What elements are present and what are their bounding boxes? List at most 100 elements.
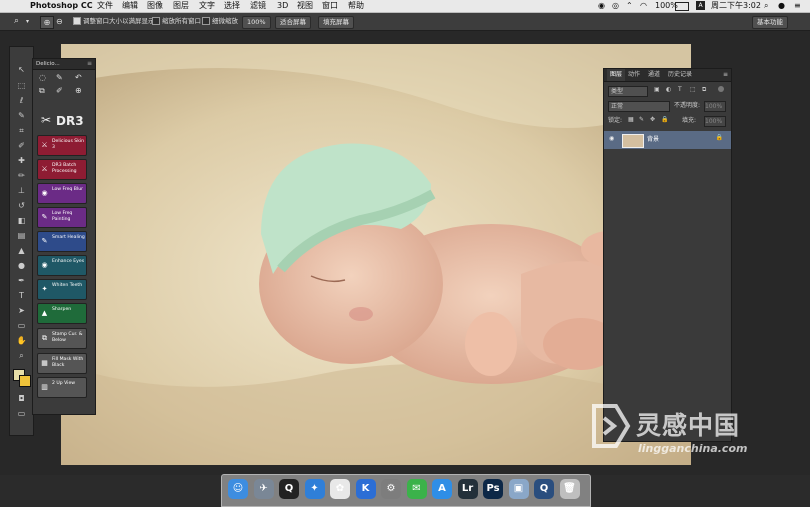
menu-layer[interactable]: 图层 (173, 0, 189, 12)
lock-transparent-icon[interactable]: ▦ (628, 116, 634, 123)
retouch-button[interactable]: ✦ Whiten Teeth (38, 280, 86, 299)
battery-icon[interactable] (675, 2, 689, 11)
clone-stamp-tool-icon[interactable]: ⊥ (15, 184, 28, 197)
marquee-tool-icon[interactable]: ⬚ (15, 79, 28, 92)
filter-shape-icon[interactable]: ⬚ (690, 86, 696, 93)
tab-channels[interactable]: 通道 (648, 69, 660, 81)
trash-icon[interactable]: 🗑 (559, 479, 580, 499)
quick-mask-icon[interactable]: ◘ (15, 392, 28, 405)
type-tool-icon[interactable]: T (15, 289, 28, 302)
layer-row[interactable]: ◉ 背景 🔒 (604, 131, 731, 149)
panel-menu-icon[interactable]: ≡ (723, 69, 728, 81)
screen-mode-icon[interactable]: ▭ (15, 407, 28, 420)
gradient-tool-icon[interactable]: ▤ (15, 229, 28, 242)
move-tool-icon[interactable]: ↖ (15, 63, 28, 76)
retouch-button[interactable]: ◉ Enhance Eyes (38, 256, 86, 275)
retouch-button[interactable]: ▥ 2 Up View (38, 378, 86, 397)
dropper-icon[interactable]: ✐ (56, 86, 63, 95)
status-icon-c[interactable]: ⌃ (626, 0, 633, 12)
menu-window[interactable]: 窗口 (322, 0, 338, 12)
wechat-icon[interactable]: ✉ (406, 479, 427, 499)
crop-tool-icon[interactable]: ⌗ (15, 124, 28, 137)
zoom-tool-icon[interactable]: ⌕ (14, 16, 19, 27)
menu-type[interactable]: 文字 (199, 0, 215, 12)
status-icon-a[interactable]: ◉ (598, 0, 605, 12)
layers-stack-icon[interactable]: ⧉ (39, 86, 45, 96)
menu-image[interactable]: 图像 (147, 0, 163, 12)
menu-help[interactable]: 帮助 (348, 0, 364, 12)
user-icon[interactable]: ● (778, 0, 785, 12)
resize-windows-checkbox[interactable]: 调整窗口大小以满屏显示 (73, 16, 155, 27)
safari-icon[interactable]: ✦ (304, 479, 325, 499)
dodge-tool-icon[interactable]: ● (15, 259, 28, 272)
filter-smart-icon[interactable]: ⧉ (702, 86, 706, 94)
lasso-icon[interactable]: ◌ (39, 73, 46, 82)
lasso-tool-icon[interactable]: ℓ (15, 94, 28, 107)
retouch-button[interactable]: ✎ Low Freq Painting (38, 208, 86, 227)
system-preferences-icon[interactable]: ⚙ (381, 479, 401, 499)
filter-pixel-icon[interactable]: ▣ (654, 86, 660, 93)
eraser-tool-icon[interactable]: ◧ (15, 214, 28, 227)
scrubby-zoom-checkbox[interactable]: 细微缩放 (202, 16, 238, 27)
menu-file[interactable]: 文件 (97, 0, 113, 12)
quicktime-icon[interactable]: Q (534, 479, 554, 499)
workspace-switcher[interactable]: 基本功能 (752, 16, 788, 29)
chevron-down-icon[interactable]: ▾ (26, 16, 29, 27)
menu-edit[interactable]: 编辑 (122, 0, 138, 12)
layer-name[interactable]: 背景 (647, 131, 659, 149)
tab-history[interactable]: 历史记录 (668, 69, 692, 81)
fit-screen-button[interactable]: 适合屏幕 (275, 16, 311, 29)
panel-menu-icon[interactable]: ≡ (87, 59, 92, 69)
rotate-icon[interactable]: ↶ (75, 73, 82, 82)
app-menu[interactable]: Photoshop CC (30, 0, 93, 12)
retouch-button[interactable]: ✎ Smart Healing (38, 232, 86, 251)
background-color-swatch[interactable] (19, 375, 31, 387)
filter-toggle[interactable] (718, 86, 724, 92)
photoshop-icon[interactable]: Ps (483, 479, 503, 499)
tab-actions[interactable]: 动作 (628, 69, 640, 81)
app-store-icon[interactable]: A (432, 479, 452, 499)
blend-mode-select[interactable]: 正常 (608, 101, 670, 112)
panel-title[interactable]: Delicio... (36, 59, 60, 69)
history-brush-tool-icon[interactable]: ↺ (15, 199, 28, 212)
finder-icon[interactable]: ☺ (228, 479, 248, 499)
brush-tool-icon[interactable]: ✏ (15, 169, 28, 182)
brush-icon[interactable]: ✎ (56, 73, 63, 82)
filter-adjust-icon[interactable]: ◐ (666, 86, 671, 93)
visibility-eye-icon[interactable]: ◉ (609, 135, 614, 142)
fill-screen-button[interactable]: 填充屏幕 (318, 16, 354, 29)
fill-field[interactable]: 100% (704, 116, 726, 127)
retouch-button[interactable]: ⚔ DR3 Batch Processing (38, 160, 86, 179)
filter-kind-select[interactable]: 类型 (608, 86, 648, 97)
status-icon-b[interactable]: ◎ (612, 0, 619, 12)
zoom-out-icon[interactable]: ⊖ (56, 16, 63, 27)
healing-brush-tool-icon[interactable]: ✚ (15, 154, 28, 167)
photos-icon[interactable]: ✿ (330, 479, 350, 499)
globe-icon[interactable]: ⊕ (75, 86, 82, 95)
zoom-100-button[interactable]: 100% (242, 16, 271, 29)
launchpad-icon[interactable]: ✈ (253, 479, 274, 499)
retouch-button[interactable]: ⚔ Delicious Skin 3 (38, 136, 86, 155)
pen-tool-icon[interactable]: ✒ (15, 274, 28, 287)
zoom-in-icon[interactable]: ⊕ (40, 16, 54, 29)
zoom-tool-panel-icon[interactable]: ⌕ (15, 349, 28, 362)
kugou-icon[interactable]: K (355, 479, 376, 499)
zoom-all-windows-checkbox[interactable]: 缩放所有窗口 (152, 16, 201, 27)
retouch-button[interactable]: ▦ Fill Mask With Black (38, 354, 86, 373)
lock-all-icon[interactable]: 🔒 (661, 116, 668, 123)
path-selection-tool-icon[interactable]: ➤ (15, 304, 28, 317)
opacity-field[interactable]: 100% (704, 101, 726, 112)
shape-tool-icon[interactable]: ▭ (15, 319, 28, 332)
quick-selection-tool-icon[interactable]: ✎ (15, 109, 28, 122)
eyedropper-tool-icon[interactable]: ✐ (15, 139, 28, 152)
tab-layers[interactable]: 图层 (607, 69, 626, 81)
qq-icon[interactable]: Q (279, 479, 299, 499)
preview-icon[interactable]: ▣ (508, 479, 529, 499)
retouch-button[interactable]: ◉ Low Freq Blur (38, 184, 86, 203)
menu-select[interactable]: 选择 (224, 0, 240, 12)
search-icon[interactable]: ⌕ (764, 0, 768, 12)
blur-tool-icon[interactable]: ▲ (15, 244, 28, 257)
menu-list-icon[interactable]: ≡ (794, 0, 801, 12)
retouch-button[interactable]: ▲ Sharpen (38, 304, 86, 323)
clock[interactable]: 周二下午3:02 (711, 0, 761, 12)
